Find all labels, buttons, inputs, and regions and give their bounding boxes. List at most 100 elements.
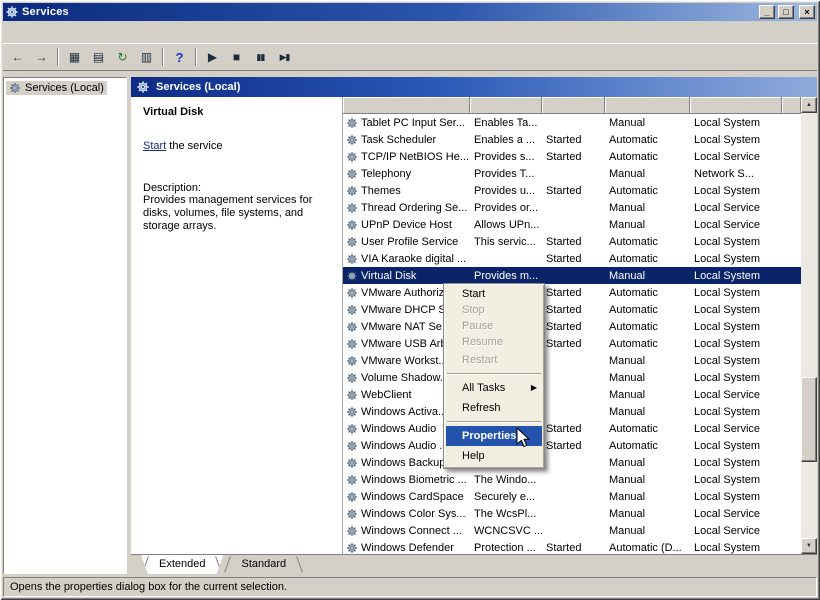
start-service-link[interactable]: Start [143, 140, 166, 152]
cell-log-on-as: Local Service [690, 151, 782, 163]
help-button[interactable]: ? [168, 46, 191, 68]
properties-icon: ▤ [93, 50, 104, 64]
User Profile Service[interactable]: User Profile Service This servic... Star… [343, 233, 801, 250]
cell-startup-type: Automatic (D... [605, 542, 690, 554]
cell-name: Windows Biometric ... [343, 474, 470, 486]
context-menu-item-all-tasks[interactable]: All Tasks ▶ [446, 378, 542, 398]
close-button[interactable]: × [799, 5, 815, 19]
forward-button[interactable]: → [30, 46, 53, 68]
Tablet PC Input Ser...[interactable]: Tablet PC Input Ser... Enables Ta... Man… [343, 114, 801, 131]
show-console-tree-button[interactable]: ▦ [63, 46, 86, 68]
cell-name: UPnP Device Host [343, 219, 470, 231]
services-window: Services _ □ × ← → ▦ ▤ ↻ ▥ ? ▶ ■ ▮▮ ▶▮ [0, 0, 820, 600]
context-menu-item-pause[interactable]: Pause [446, 318, 542, 334]
context-menu-separator[interactable] [447, 421, 541, 423]
back-button[interactable]: ← [6, 46, 29, 68]
pause-service-button[interactable]: ▮▮ [249, 46, 272, 68]
cell-startup-type: Manual [605, 508, 690, 520]
maximize-button[interactable]: □ [778, 5, 794, 19]
Windows Connect ...[interactable]: Windows Connect ... WCNCSVC ... Manual L… [343, 522, 801, 539]
cell-startup-type: Manual [605, 525, 690, 537]
VIA Karaoke digital ...[interactable]: VIA Karaoke digital ... Started Automati… [343, 250, 801, 267]
Virtual Disk[interactable]: Virtual Disk Provides m... Manual Local … [343, 267, 801, 284]
scroll-up-button[interactable]: ▲ [801, 97, 817, 113]
VMware NAT Se...[interactable]: VMware NAT Se... Started Automatic Local… [343, 318, 801, 335]
context-menu-item-stop[interactable]: Stop [446, 302, 542, 318]
VMware DHCP S...[interactable]: VMware DHCP S... Started Automatic Local… [343, 301, 801, 318]
scroll-down-button[interactable]: ▼ [801, 538, 817, 554]
tab-extended[interactable]: Extended [141, 555, 223, 574]
context-menu-separator[interactable] [447, 373, 541, 375]
menubar-item-file[interactable] [4, 30, 18, 34]
menubar-item-help[interactable] [46, 30, 60, 34]
Windows Biometric ...[interactable]: Windows Biometric ... The Windo... Manua… [343, 471, 801, 488]
Telephony[interactable]: Telephony Provides T... Manual Network S… [343, 165, 801, 182]
scrollbar-thumb[interactable] [801, 377, 817, 462]
extended-detail-pane: Virtual Disk Start the service Descripti… [131, 97, 343, 554]
cell-startup-type: Manual [605, 372, 690, 384]
cell-log-on-as: Local Service [690, 423, 782, 435]
app-gear-icon [5, 5, 19, 19]
Themes[interactable]: Themes Provides u... Started Automatic L… [343, 182, 801, 199]
Windows Defender[interactable]: Windows Defender Protection ... Started … [343, 539, 801, 554]
column-header[interactable] [470, 97, 542, 114]
Windows Audio ...[interactable]: Windows Audio ... Started Automatic Loca… [343, 437, 801, 454]
toolbar-separator [57, 48, 59, 66]
service-gear-icon [346, 372, 358, 384]
cell-startup-type: Manual [605, 219, 690, 231]
service-gear-icon [346, 355, 358, 367]
cell-startup-type: Manual [605, 168, 690, 180]
VMware USB Arb...[interactable]: VMware USB Arb... Started Automatic Loca… [343, 335, 801, 352]
column-header[interactable] [605, 97, 690, 114]
vertical-scrollbar[interactable]: ▲ ▼ [801, 97, 817, 554]
service-action-suffix: the service [166, 140, 222, 152]
context-menu-item-start[interactable]: Start [446, 286, 542, 302]
Thread Ordering Se...[interactable]: Thread Ordering Se... Provides or... Man… [343, 199, 801, 216]
Windows CardSpace[interactable]: Windows CardSpace Securely e... Manual L… [343, 488, 801, 505]
menubar-item-action[interactable] [18, 30, 32, 34]
help-icon: ? [176, 50, 184, 65]
start-service-button[interactable]: ▶ [201, 46, 224, 68]
service-gear-icon [346, 168, 358, 180]
tree-item-services-local[interactable]: Services (Local) [6, 81, 107, 95]
restart-service-button[interactable]: ▶▮ [273, 46, 296, 68]
VMware Authoriz...[interactable]: VMware Authoriz... Started Automatic Loc… [343, 284, 801, 301]
Volume Shadow...[interactable]: Volume Shadow... Manual Local System [343, 369, 801, 386]
VMware Workst...[interactable]: VMware Workst... Manual Local System [343, 352, 801, 369]
Windows Backup[interactable]: Windows Backup Manual Local System [343, 454, 801, 471]
minimize-button[interactable]: _ [759, 5, 775, 19]
cell-log-on-as: Local Service [690, 202, 782, 214]
column-header[interactable] [690, 97, 782, 114]
Task Scheduler[interactable]: Task Scheduler Enables a ... Started Aut… [343, 131, 801, 148]
Windows Activa...[interactable]: Windows Activa... Manual Local System [343, 403, 801, 420]
context-menu-item-help[interactable]: Help [446, 446, 542, 466]
Windows Audio[interactable]: Windows Audio Started Automatic Local Se… [343, 420, 801, 437]
table-body: Tablet PC Input Ser... Enables Ta... Man… [343, 114, 801, 554]
export-list-icon: ▥ [141, 50, 152, 64]
WebClient[interactable]: WebClient Manual Local Service [343, 386, 801, 403]
cell-name: Windows Connect ... [343, 525, 470, 537]
tab-standard[interactable]: Standard [223, 555, 304, 574]
Windows Color Sys...[interactable]: Windows Color Sys... The WcsPl... Manual… [343, 505, 801, 522]
TCP/IP NetBIOS He...[interactable]: TCP/IP NetBIOS He... Provides s... Start… [343, 148, 801, 165]
column-header[interactable] [782, 97, 801, 114]
UPnP Device Host[interactable]: UPnP Device Host Allows UPn... Manual Lo… [343, 216, 801, 233]
refresh-button[interactable]: ↻ [111, 46, 134, 68]
menubar-item-view[interactable] [32, 30, 46, 34]
context-menu-item-refresh[interactable]: Refresh [446, 398, 542, 418]
column-header[interactable] [343, 97, 470, 114]
stop-service-button[interactable]: ■ [225, 46, 248, 68]
export-list-button[interactable]: ▥ [135, 46, 158, 68]
column-header[interactable] [542, 97, 605, 114]
cell-name: Themes [343, 185, 470, 197]
context-menu-item-restart[interactable]: Restart [446, 350, 542, 370]
refresh-icon: ↻ [117, 50, 127, 64]
service-gear-icon [346, 270, 358, 282]
service-name-text: VIA Karaoke digital ... [361, 253, 466, 265]
context-menu-item-resume[interactable]: Resume [446, 334, 542, 350]
cell-status: Started [542, 253, 605, 265]
cell-description: Provides or... [470, 202, 542, 214]
tab-label: Standard [241, 558, 286, 570]
properties-button[interactable]: ▤ [87, 46, 110, 68]
services-header-icon [136, 80, 150, 94]
